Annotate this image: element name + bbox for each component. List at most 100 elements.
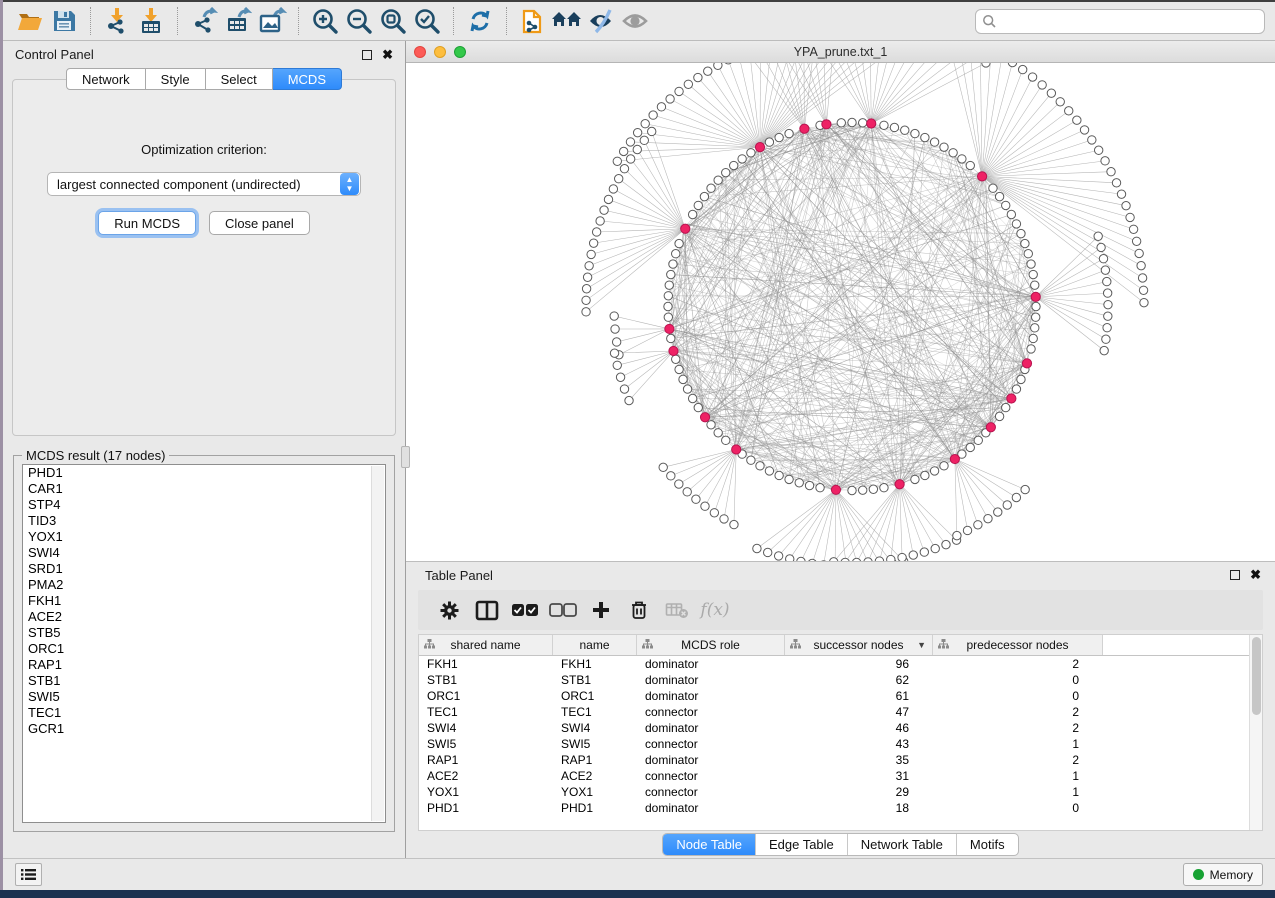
mcds-result-item[interactable]: RAP1 <box>23 657 385 673</box>
run-mcds-button[interactable]: Run MCDS <box>98 211 196 235</box>
cell-predecessor-nodes: 2 <box>933 752 1103 768</box>
mcds-result-item[interactable]: SWI4 <box>23 545 385 561</box>
zoom-fit-icon[interactable] <box>376 5 410 37</box>
cell-shared-name: TEC1 <box>419 704 553 720</box>
cell-shared-name: FKH1 <box>419 656 553 672</box>
memory-button[interactable]: Memory <box>1183 863 1263 886</box>
zoom-out-icon[interactable] <box>342 5 376 37</box>
table-row[interactable]: PHD1PHD1dominator180 <box>419 800 1262 816</box>
mcds-result-item[interactable]: TEC1 <box>23 705 385 721</box>
cell-successor-nodes: 43 <box>785 736 933 752</box>
tab-motifs[interactable]: Motifs <box>956 834 1018 855</box>
close-table-panel-icon[interactable]: ✖ <box>1250 570 1261 580</box>
tab-network-table[interactable]: Network Table <box>847 834 956 855</box>
mcds-result-item[interactable]: CAR1 <box>23 481 385 497</box>
export-network-icon[interactable] <box>187 5 221 37</box>
search-box[interactable] <box>975 9 1265 34</box>
mcds-result-item[interactable]: PMA2 <box>23 577 385 593</box>
column-header-predecessor-nodes[interactable]: predecessor nodes <box>933 635 1103 655</box>
cell-successor-nodes: 18 <box>785 800 933 816</box>
import-table-icon[interactable] <box>134 5 168 37</box>
mcds-result-item[interactable]: ACE2 <box>23 609 385 625</box>
mcds-result-item[interactable]: GCR1 <box>23 721 385 737</box>
column-header-MCDS-role[interactable]: MCDS role <box>637 635 785 655</box>
cell-name: FKH1 <box>553 656 637 672</box>
table-row[interactable]: RAP1RAP1dominator352 <box>419 752 1262 768</box>
hide-graphics-details-icon[interactable] <box>584 5 618 37</box>
table-row[interactable]: SWI5SWI5connector431 <box>419 736 1262 752</box>
export-image-icon[interactable] <box>255 5 289 37</box>
float-panel-icon[interactable] <box>362 50 372 60</box>
table-row[interactable]: ACE2ACE2connector311 <box>419 768 1262 784</box>
open-session-icon[interactable] <box>13 5 47 37</box>
result-list-scrollbar[interactable] <box>371 466 384 821</box>
table-options-gear-icon[interactable] <box>430 593 468 627</box>
table-panel-title: Table Panel <box>425 568 493 583</box>
deselect-all-rows-icon[interactable] <box>544 593 582 627</box>
tab-style[interactable]: Style <box>146 68 206 90</box>
cell-name: RAP1 <box>553 752 637 768</box>
cell-predecessor-nodes: 1 <box>933 784 1103 800</box>
table-row[interactable]: TEC1TEC1connector472 <box>419 704 1262 720</box>
table-row[interactable]: YOX1YOX1connector291 <box>419 784 1262 800</box>
cell-name: ORC1 <box>553 688 637 704</box>
table-row[interactable]: FKH1FKH1dominator962 <box>419 656 1262 672</box>
add-column-icon[interactable] <box>582 593 620 627</box>
tab-network[interactable]: Network <box>66 68 146 90</box>
apply-layout-refresh-icon[interactable] <box>463 5 497 37</box>
mcds-result-item[interactable]: STB1 <box>23 673 385 689</box>
cell-shared-name: YOX1 <box>419 784 553 800</box>
mcds-result-title: MCDS result (17 nodes) <box>22 448 169 463</box>
column-header-successor-nodes[interactable]: successor nodes▼ <box>785 635 933 655</box>
tab-mcds[interactable]: MCDS <box>273 68 342 90</box>
table-row[interactable]: ORC1ORC1dominator610 <box>419 688 1262 704</box>
show-column-panel-icon[interactable] <box>468 593 506 627</box>
mcds-result-group: MCDS result (17 nodes) PHD1CAR1STP4TID3Y… <box>13 455 395 832</box>
search-input[interactable] <box>997 14 1258 28</box>
save-session-icon[interactable] <box>47 5 81 37</box>
delete-column-trash-icon[interactable] <box>620 593 658 627</box>
toolbar-separator <box>506 7 507 35</box>
close-panel-button[interactable]: Close panel <box>209 211 310 235</box>
network-view-canvas[interactable] <box>406 63 1275 561</box>
mcds-result-item[interactable]: SRD1 <box>23 561 385 577</box>
column-header-name[interactable]: name <box>553 635 637 655</box>
table-row[interactable]: STB1STB1dominator620 <box>419 672 1262 688</box>
mcds-result-item[interactable]: STB5 <box>23 625 385 641</box>
table-scrollbar-thumb[interactable] <box>1252 637 1261 715</box>
toolbar-separator <box>453 7 454 35</box>
table-row[interactable]: SWI4SWI4dominator462 <box>419 720 1262 736</box>
column-header-shared-name[interactable]: shared name <box>419 635 553 655</box>
export-table-icon[interactable] <box>221 5 255 37</box>
export-network-file-icon[interactable] <box>516 5 550 37</box>
tab-select[interactable]: Select <box>206 68 273 90</box>
cell-shared-name: ACE2 <box>419 768 553 784</box>
cell-successor-nodes: 31 <box>785 768 933 784</box>
splitter-handle[interactable] <box>401 446 410 468</box>
mcds-result-item[interactable]: ORC1 <box>23 641 385 657</box>
tab-node-table[interactable]: Node Table <box>663 834 755 855</box>
close-panel-icon[interactable]: ✖ <box>382 50 393 60</box>
optimization-criterion-select[interactable]: largest connected component (undirected)… <box>47 172 361 196</box>
select-all-rows-icon[interactable] <box>506 593 544 627</box>
network-overview-houses-icon[interactable] <box>550 5 584 37</box>
network-graph[interactable] <box>406 63 1275 561</box>
mcds-result-item[interactable]: FKH1 <box>23 593 385 609</box>
table-scrollbar[interactable] <box>1249 635 1262 830</box>
show-graphics-details-icon[interactable] <box>618 5 652 37</box>
mcds-result-item[interactable]: STP4 <box>23 497 385 513</box>
mcds-result-item[interactable]: PHD1 <box>23 465 385 481</box>
mcds-result-item[interactable]: YOX1 <box>23 529 385 545</box>
mcds-result-item[interactable]: TID3 <box>23 513 385 529</box>
cell-MCDS-role: connector <box>637 736 785 752</box>
zoom-in-icon[interactable] <box>308 5 342 37</box>
task-history-button[interactable] <box>15 863 42 886</box>
optimization-criterion-label: Optimization criterion: <box>13 142 395 157</box>
tab-edge-table[interactable]: Edge Table <box>755 834 847 855</box>
cell-successor-nodes: 61 <box>785 688 933 704</box>
import-network-icon[interactable] <box>100 5 134 37</box>
float-table-panel-icon[interactable] <box>1230 570 1240 580</box>
mcds-result-item[interactable]: SWI5 <box>23 689 385 705</box>
zoom-selected-icon[interactable] <box>410 5 444 37</box>
cell-name: SWI5 <box>553 736 637 752</box>
